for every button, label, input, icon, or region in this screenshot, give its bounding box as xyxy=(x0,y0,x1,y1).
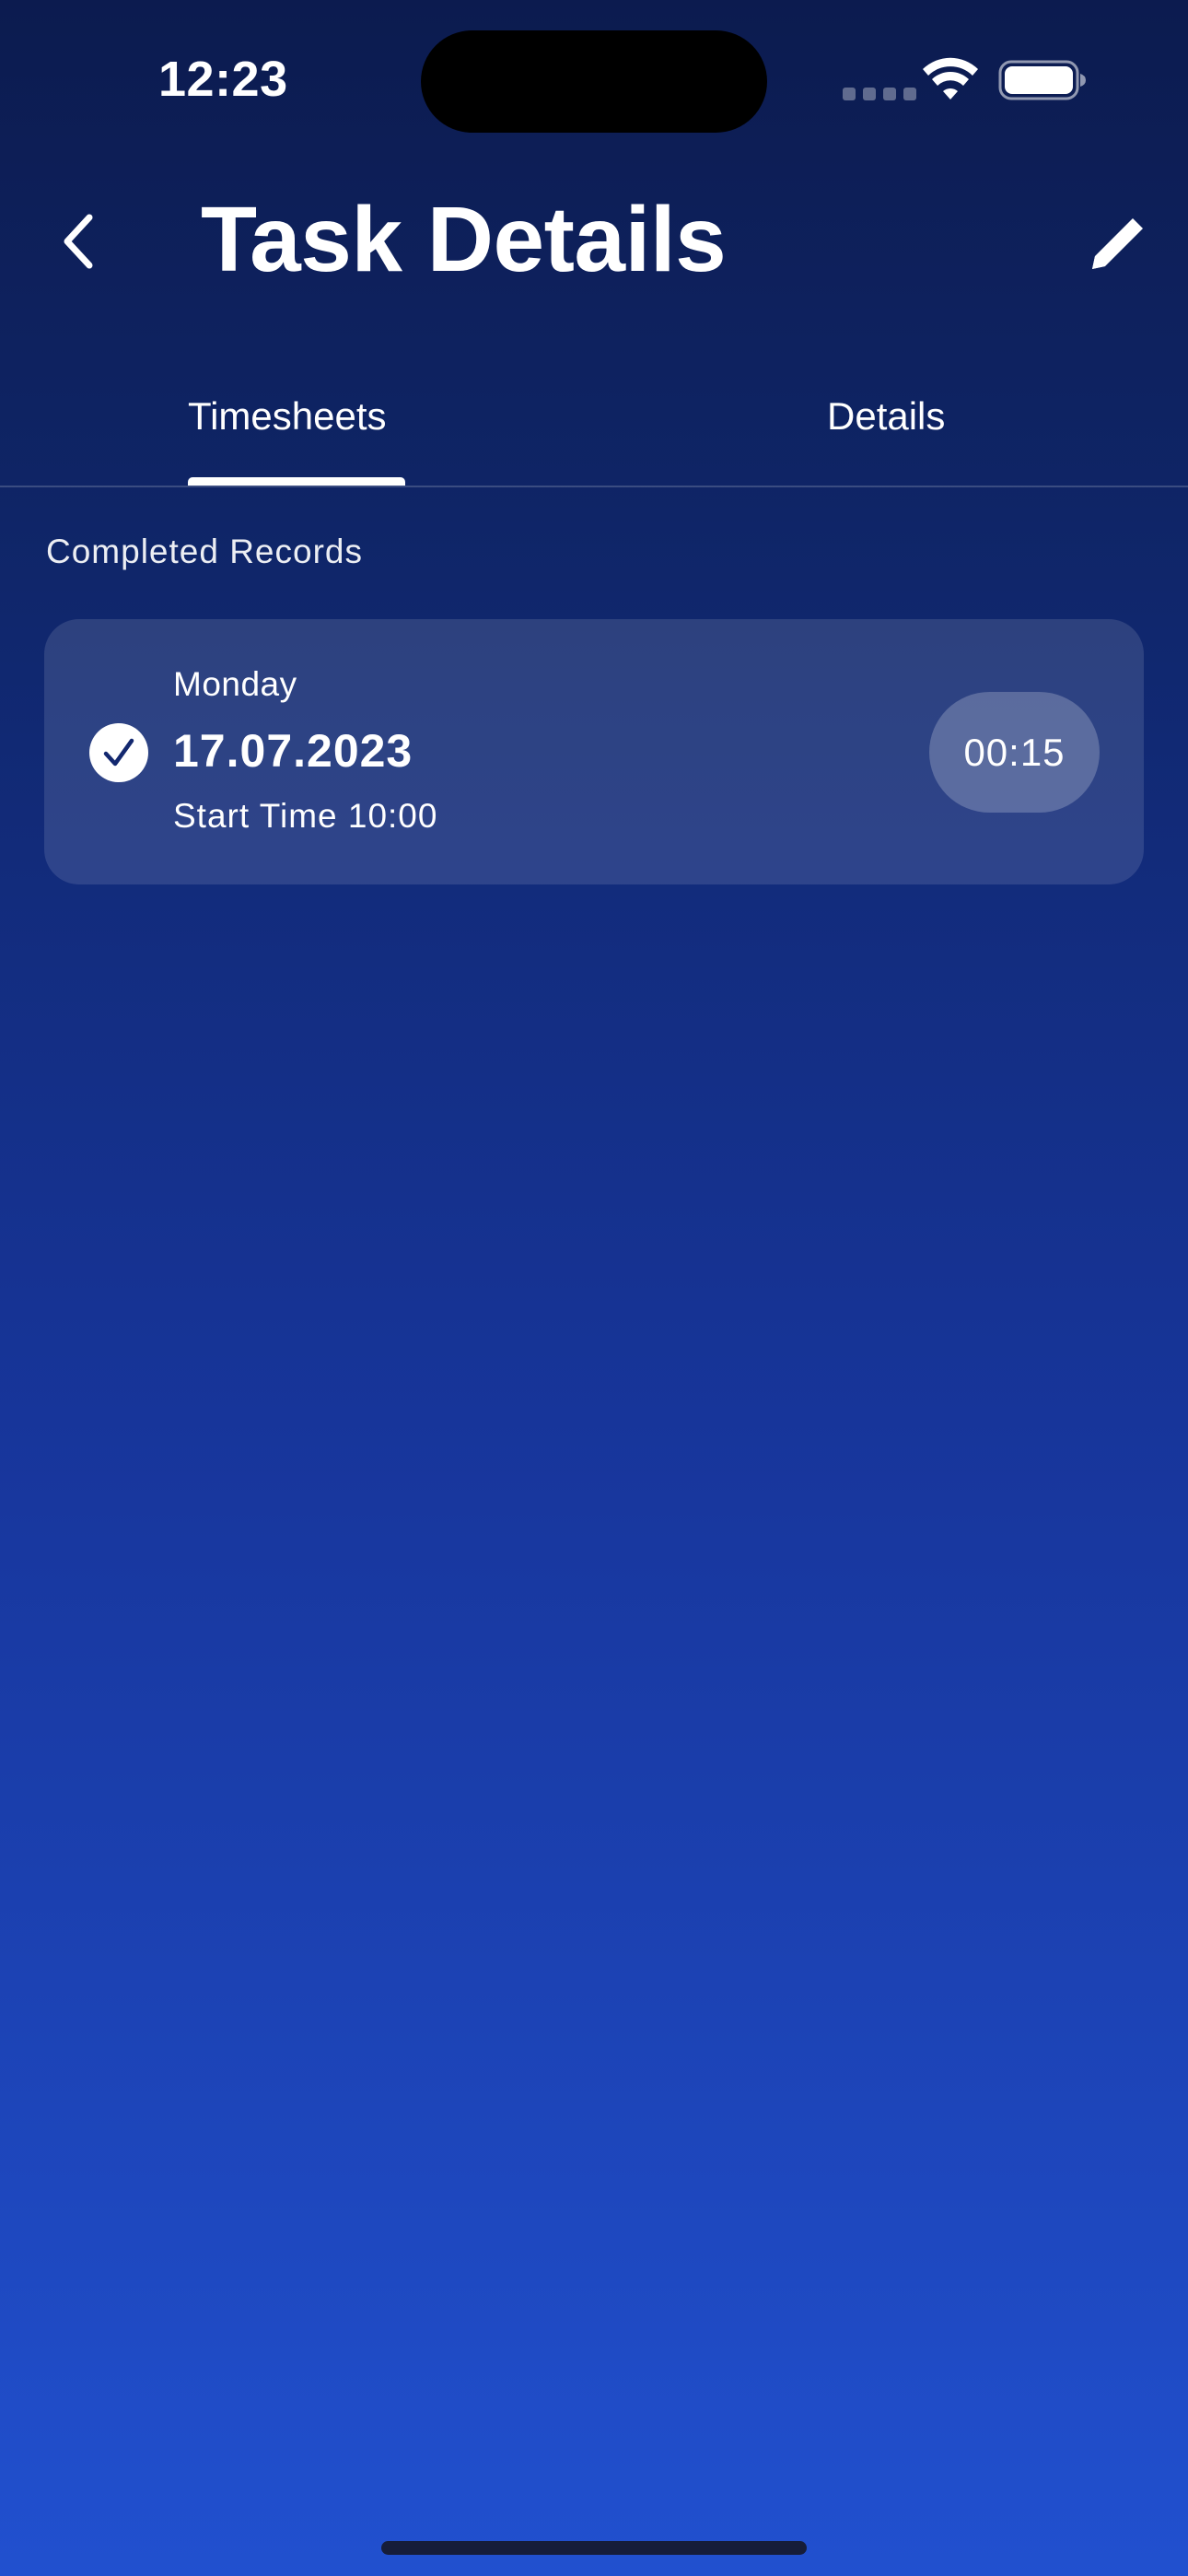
tab-timesheets[interactable]: Timesheets xyxy=(188,378,405,486)
checkmark-circle-icon xyxy=(89,723,148,782)
battery-icon xyxy=(998,60,1086,100)
pencil-icon[interactable] xyxy=(1087,210,1151,275)
dynamic-island xyxy=(421,30,767,133)
tab-timesheets-label: Timesheets xyxy=(188,394,387,438)
tab-details[interactable]: Details xyxy=(827,378,956,486)
tab-bar: Timesheets Details xyxy=(0,378,1188,487)
section-title: Completed Records xyxy=(46,533,363,570)
tab-details-label: Details xyxy=(827,394,946,438)
record-card[interactable]: Monday 17.07.2023 Start Time 10:00 00:15 xyxy=(44,619,1144,884)
wifi-icon xyxy=(923,57,978,100)
chevron-left-icon xyxy=(64,214,93,269)
tab-selected-indicator xyxy=(188,477,405,486)
page-title: Task Details xyxy=(201,188,727,291)
back-button[interactable] xyxy=(51,205,106,278)
cellular-signal-icon xyxy=(843,88,916,100)
record-date: 17.07.2023 xyxy=(173,725,413,777)
record-start-time: Start Time 10:00 xyxy=(173,797,438,835)
record-day: Monday xyxy=(173,665,297,703)
duration-badge: 00:15 xyxy=(929,692,1100,813)
status-time: 12:23 xyxy=(158,52,288,107)
home-indicator[interactable] xyxy=(381,2541,807,2555)
